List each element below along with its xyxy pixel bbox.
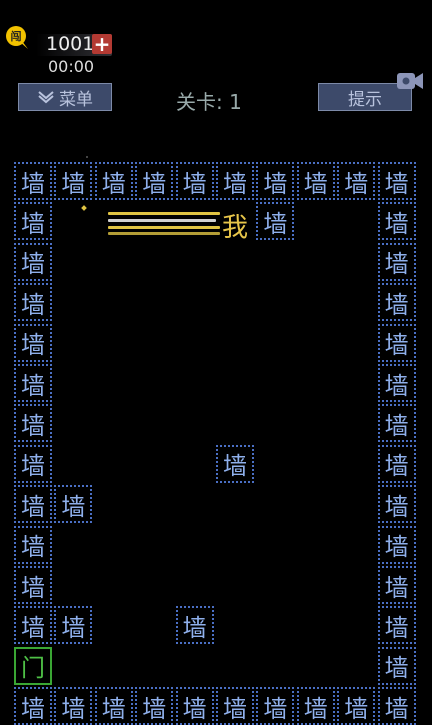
wall-tile: 墙 <box>377 687 416 725</box>
wall-tile: 墙 <box>135 162 174 200</box>
wall-tile: 墙 <box>256 687 295 725</box>
wall-tile: 墙 <box>14 404 52 443</box>
wall-tile: 墙 <box>377 202 416 241</box>
wall-tile: 墙 <box>94 162 133 200</box>
wall-tile: 墙 <box>14 323 52 362</box>
wall-tile: 墙 <box>175 687 214 725</box>
game-board: 墙墙墙墙墙墙墙墙墙墙墙墙墙墙墙墙墙墙墙墙墙墙墙墙墙墙墙墙墙墙墙墙墙墙墙墙墙墙墙墙… <box>14 162 418 725</box>
wall-tile: 墙 <box>377 283 416 322</box>
wall-tile: 墙 <box>175 606 214 645</box>
motion-trail <box>108 232 220 235</box>
exit-door: 门 <box>14 646 52 685</box>
wall-tile: 墙 <box>296 687 335 725</box>
wall-tile: 墙 <box>377 162 416 200</box>
wall-tile: 墙 <box>377 404 416 443</box>
wall-tile: 墙 <box>216 444 254 483</box>
wall-tile: 墙 <box>14 242 52 281</box>
wall-tile: 墙 <box>377 485 416 524</box>
wall-tile: 墙 <box>14 485 52 524</box>
wall-tile: 墙 <box>377 242 416 281</box>
wall-tile: 墙 <box>377 364 416 402</box>
wall-tile: 墙 <box>296 162 335 200</box>
coin-icon: 闯 <box>6 26 28 49</box>
wall-tile: 墙 <box>14 162 52 200</box>
wall-tile: 墙 <box>377 323 416 362</box>
level-title: 关卡: 1 <box>176 90 242 114</box>
wall-tile: 墙 <box>14 525 52 564</box>
wall-tile: 墙 <box>216 162 254 200</box>
wall-tile: 墙 <box>54 162 93 200</box>
wall-tile: 墙 <box>377 525 416 564</box>
motion-trail <box>108 219 216 222</box>
wall-tile: 墙 <box>175 162 214 200</box>
coin-count: 1001 <box>46 33 95 55</box>
stray-dot <box>86 156 88 158</box>
wall-tile: 墙 <box>337 162 376 200</box>
wall-tile: 墙 <box>54 606 93 645</box>
wall-tile: 墙 <box>377 606 416 645</box>
wall-tile: 墙 <box>14 566 52 604</box>
wall-tile: 墙 <box>54 687 93 725</box>
wall-tile: 墙 <box>14 283 52 322</box>
wall-tile: 墙 <box>256 202 295 241</box>
wall-tile: 墙 <box>256 162 295 200</box>
hint-label: 提示 <box>348 89 382 110</box>
wall-tile: 墙 <box>94 687 133 725</box>
wall-tile: 墙 <box>14 687 52 725</box>
svg-text:闯: 闯 <box>11 29 22 43</box>
wall-tile: 墙 <box>377 444 416 483</box>
menu-label: 菜单 <box>59 89 93 110</box>
wall-tile: 墙 <box>377 566 416 604</box>
player-character: 我 <box>222 213 249 243</box>
wall-tile: 墙 <box>14 444 52 483</box>
motion-trail <box>108 212 220 215</box>
menu-button[interactable]: 菜单 <box>18 83 112 111</box>
wall-tile: 墙 <box>216 687 254 725</box>
wall-tile: 墙 <box>14 364 52 402</box>
wall-tile: 墙 <box>14 202 52 241</box>
wall-tile: 墙 <box>337 687 376 725</box>
chevron-down-icon <box>38 91 54 104</box>
add-coins-button[interactable]: + <box>92 34 112 54</box>
motion-trail <box>108 226 220 229</box>
wall-tile: 墙 <box>54 485 93 524</box>
wall-tile: 墙 <box>135 687 174 725</box>
video-ad-icon[interactable] <box>396 70 424 92</box>
wall-tile: 墙 <box>14 606 52 645</box>
wall-tile: 墙 <box>377 646 416 685</box>
timer: 00:00 <box>48 57 95 76</box>
